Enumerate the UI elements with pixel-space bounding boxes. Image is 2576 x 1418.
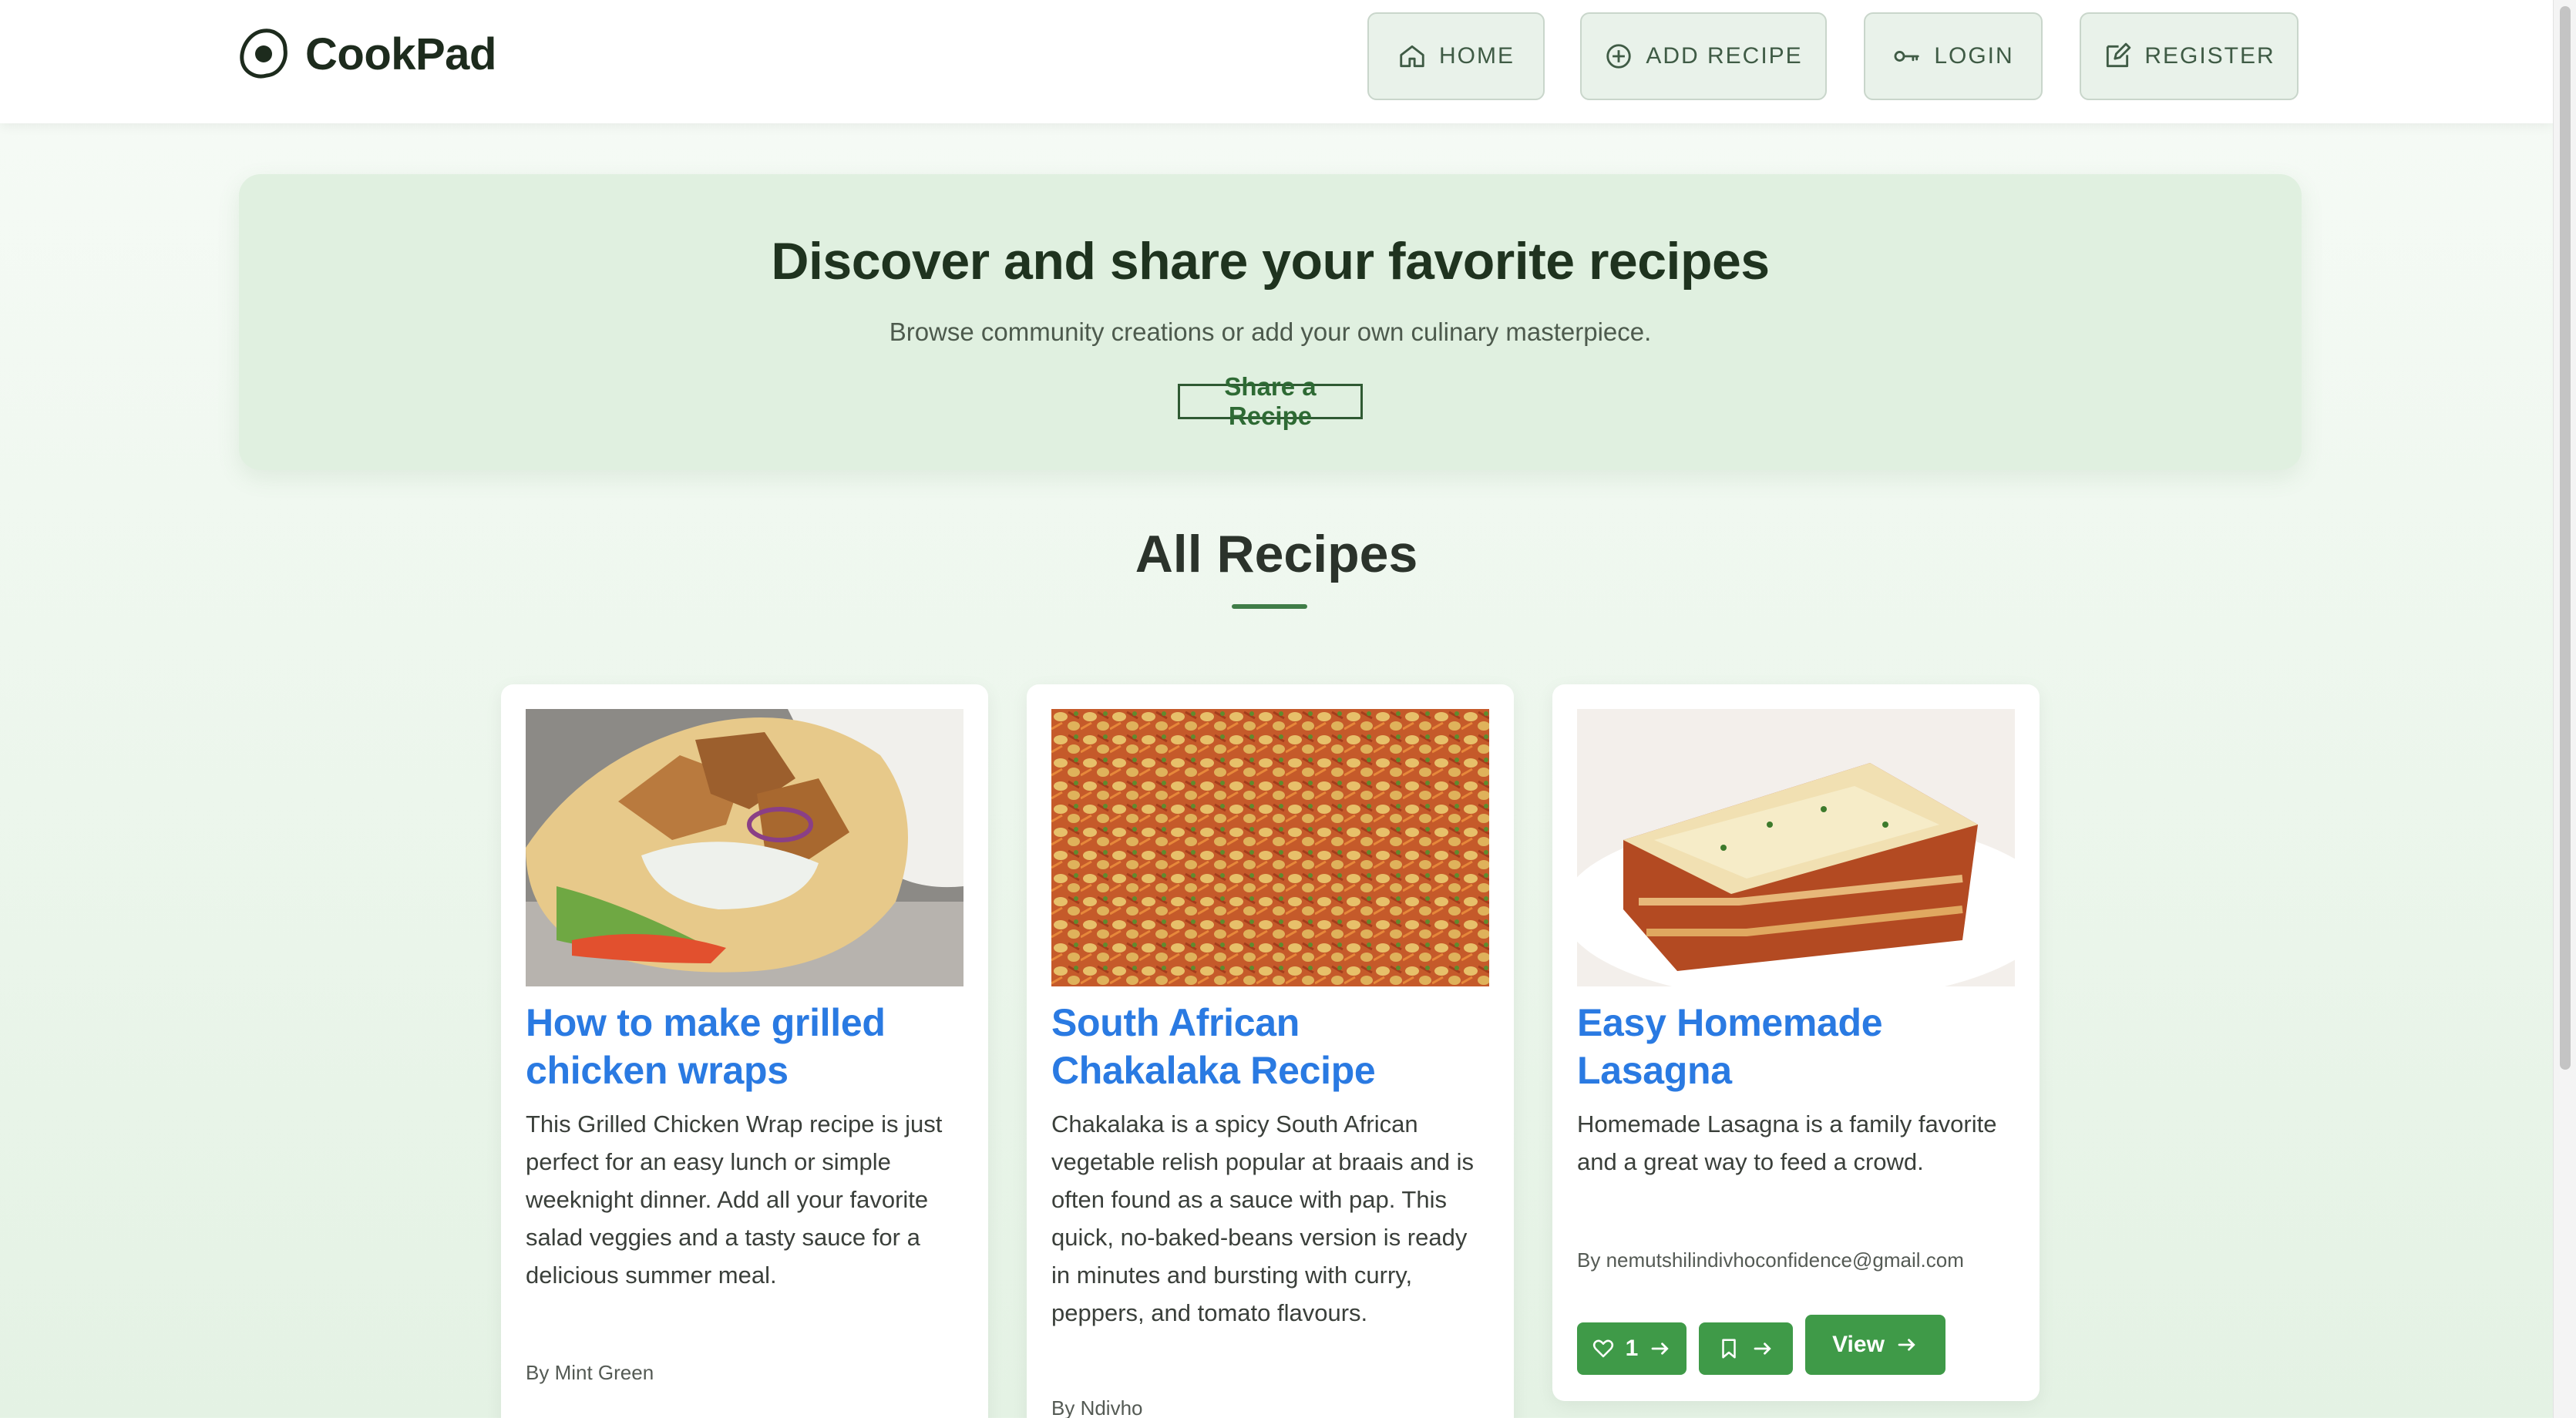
key-icon [1894,51,1919,62]
scrollbar-thumb[interactable] [2560,6,2571,1070]
arrow-right-icon [1898,1339,1915,1351]
recipe-description: Chakalaka is a spicy South African veget… [1051,1111,1475,1326]
nav-add-recipe-button[interactable]: ADD RECIPE [1580,12,1827,100]
recipe-author: By Mint Green [526,1361,654,1384]
view-label: View [1832,1332,1885,1357]
heart-icon [1592,1339,1613,1358]
fried-egg-icon [240,29,288,79]
bookmark-icon [1722,1339,1736,1359]
like-button[interactable]: 1 [1577,1322,1687,1375]
view-recipe-button[interactable]: View [1805,1315,1945,1375]
hero-banner: Discover and share your favorite recipes… [239,174,2302,470]
recipe-title[interactable]: South African Chakalaka Recipe [1051,999,1489,1094]
top-navbar: CookPad HOME ADD RECIPE LOGIN REGISTER [0,0,2553,123]
nav-login-button[interactable]: LOGIN [1864,12,2043,100]
edit-icon [2107,42,2131,68]
home-icon [1400,45,1424,68]
vertical-scrollbar[interactable] [2553,0,2576,1418]
recipe-title[interactable]: How to make grilled chicken wraps [526,999,963,1094]
recipe-image-lasagna[interactable] [1577,709,2015,986]
hero-subtitle: Browse community creations or add your o… [889,318,1652,346]
recipe-card[interactable]: South African Chakalaka Recipe Chakalaka… [1027,684,1514,1418]
nav-register-label: REGISTER [2144,43,2275,69]
recipe-description: This Grilled Chicken Wrap recipe is just… [526,1111,943,1289]
recipe-card[interactable]: Easy Homemade Lasagna Homemade Lasagna i… [1552,684,2040,1401]
recipe-card[interactable]: How to make grilled chicken wraps This G… [501,684,988,1418]
bookmark-button[interactable] [1699,1322,1793,1375]
recipe-image-chicken-wrap[interactable] [526,709,963,986]
like-count: 1 [1625,1336,1639,1361]
hero-title: Discover and share your favorite recipes [771,232,1770,291]
share-recipe-link[interactable]: Share a Recipe [1178,372,1363,430]
recipe-image-chakalaka[interactable] [1051,709,1489,986]
recipe-author: By nemutshilindivhoconfidence@gmail.com [1577,1248,1964,1272]
brand-name: CookPad [305,29,496,79]
arrow-right-icon [1651,1342,1670,1355]
nav-login-label: LOGIN [1934,43,2014,69]
recipe-title[interactable]: Easy Homemade Lasagna [1577,999,2015,1094]
recipe-description: Homemade Lasagna is a family favorite an… [1577,1111,1997,1175]
section-title: All Recipes [1135,525,1418,583]
nav-home-button[interactable]: HOME [1367,12,1545,100]
nav-home-label: HOME [1439,43,1515,69]
section-divider [1232,604,1307,609]
brand-logo[interactable]: CookPad [236,26,496,82]
nav-add-recipe-label: ADD RECIPE [1646,43,1803,69]
recipe-author: By Ndivho [1051,1396,1143,1418]
nav-register-button[interactable]: REGISTER [2080,12,2299,100]
arrow-right-icon [1754,1342,1771,1355]
plus-circle-icon [1606,44,1631,69]
